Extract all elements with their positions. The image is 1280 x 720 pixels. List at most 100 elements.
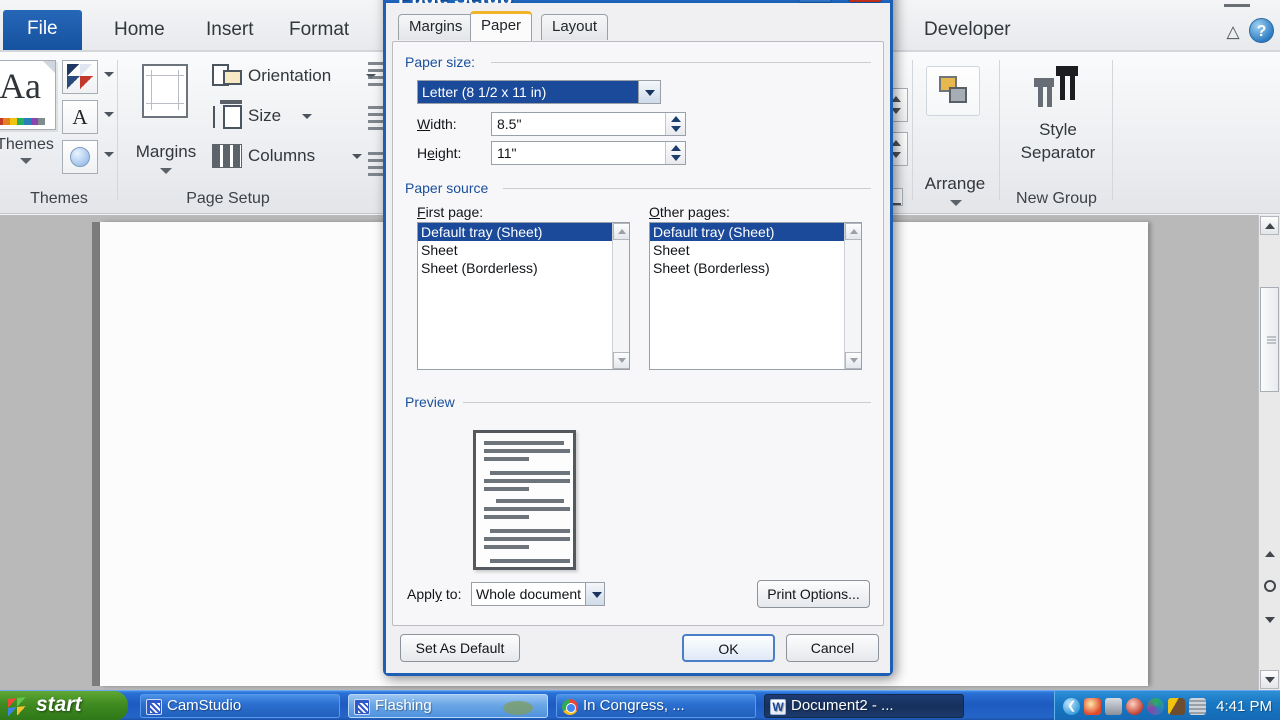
list-item[interactable]: Sheet	[418, 241, 629, 259]
scroll-down-button[interactable]	[845, 352, 861, 369]
margins-dropdown-caret-icon[interactable]	[160, 168, 172, 174]
page-setup-dialog[interactable]: Page Setup ? ✕ Margins Paper Layout Pape…	[383, 0, 893, 676]
scroll-down-button[interactable]	[613, 352, 629, 369]
list-item[interactable]: Sheet	[650, 241, 861, 259]
margins-button-label[interactable]: Margins	[130, 142, 202, 162]
other-pages-scrollbar[interactable]	[844, 223, 861, 369]
pen-icon[interactable]	[1168, 697, 1186, 715]
columns-caret-icon[interactable]	[352, 154, 362, 159]
taskbar-item-camstudio[interactable]: CamStudio	[140, 694, 340, 718]
style-separator-label[interactable]: Style Separator	[1006, 118, 1110, 164]
print-options-button[interactable]: Print Options...	[757, 580, 870, 608]
first-page-label: First page:	[417, 204, 484, 220]
taskbar-item-label: Document2 - ...	[791, 697, 894, 714]
update-icon[interactable]	[1147, 697, 1165, 715]
network-icon[interactable]	[1105, 697, 1123, 715]
list-item[interactable]: Default tray (Sheet)	[650, 223, 861, 241]
scroll-up-button[interactable]	[613, 223, 629, 240]
volume-icon[interactable]	[1084, 697, 1102, 715]
theme-effects-button[interactable]	[62, 140, 98, 174]
height-value: 11"	[497, 145, 517, 161]
next-page-button[interactable]	[1262, 611, 1277, 625]
theme-fonts-button[interactable]: A	[62, 100, 98, 134]
vertical-scrollbar[interactable]	[1258, 215, 1280, 690]
show-hidden-icons-button[interactable]: ❮	[1063, 697, 1081, 715]
tab-layout[interactable]: Layout	[541, 14, 609, 40]
cancel-button[interactable]: Cancel	[786, 634, 879, 662]
scroll-up-button[interactable]	[1260, 216, 1279, 235]
list-item[interactable]: Default tray (Sheet)	[418, 223, 629, 241]
ribbon-tab-file[interactable]: File	[3, 10, 82, 52]
themes-corner-icon	[43, 61, 55, 73]
first-page-scrollbar[interactable]	[612, 223, 629, 369]
group-rule	[503, 188, 871, 189]
size-caret-icon[interactable]	[302, 114, 312, 119]
start-button[interactable]: start	[0, 691, 128, 720]
document-left-shadow	[92, 222, 100, 686]
chevron-down-icon[interactable]	[585, 583, 604, 605]
ribbon-tab-developer[interactable]: Developer	[910, 12, 1025, 52]
taskbar-item-in-congress[interactable]: In Congress, ...	[556, 694, 756, 718]
themes-button[interactable]: Aa	[0, 60, 56, 130]
theme-effects-caret-icon[interactable]	[104, 152, 114, 157]
paper-size-combobox[interactable]: Letter (8 1/2 x 11 in)	[417, 80, 661, 104]
system-tray: ❮ 4:41 PM	[1054, 691, 1280, 720]
apply-to-label: Apply to:	[407, 586, 462, 602]
ok-button[interactable]: OK	[682, 634, 775, 662]
ribbon-group-new-group: Style Separator New Group	[1000, 52, 1113, 214]
width-field[interactable]: 8.5"	[491, 112, 686, 136]
window-minimize-button[interactable]	[1224, 4, 1250, 7]
collapse-ribbon-icon[interactable]: △	[1222, 22, 1244, 42]
margins-icon[interactable]	[142, 64, 188, 118]
apply-to-value: Whole document	[476, 586, 582, 602]
themes-aa-icon: Aa	[0, 66, 41, 106]
screen: File Home Insert Format Developer △ ? Aa	[0, 0, 1280, 720]
help-icon[interactable]: ?	[1249, 18, 1274, 43]
ribbon-group-arrange: Arrange	[880, 52, 1000, 214]
ribbon-tab-format[interactable]: Format	[275, 12, 363, 52]
previous-page-button[interactable]	[1262, 545, 1277, 559]
scrollbar-thumb[interactable]	[1260, 287, 1279, 392]
chevron-down-icon[interactable]	[638, 81, 660, 103]
themes-swatches-icon	[0, 118, 45, 125]
list-item[interactable]: Sheet (Borderless)	[650, 259, 861, 277]
clock[interactable]: 4:41 PM	[1216, 698, 1272, 715]
theme-colors-button[interactable]	[62, 60, 98, 94]
tab-margins[interactable]: Margins	[398, 14, 474, 40]
orientation-icon	[212, 62, 242, 88]
arrange-caret-icon[interactable]	[950, 200, 962, 206]
height-stepper[interactable]	[665, 142, 685, 164]
set-as-default-button[interactable]: Set As Default	[400, 634, 520, 662]
scroll-up-button[interactable]	[845, 223, 861, 240]
antivirus-icon[interactable]	[1126, 697, 1144, 715]
taskbar-item-flashing[interactable]: Flashing	[348, 694, 548, 718]
theme-colors-caret-icon[interactable]	[104, 72, 114, 77]
taskbar-item-label: CamStudio	[167, 697, 242, 714]
arrange-button[interactable]	[926, 66, 980, 116]
theme-fonts-caret-icon[interactable]	[104, 112, 114, 117]
height-field[interactable]: 11"	[491, 141, 686, 165]
tab-paper[interactable]: Paper	[470, 11, 533, 41]
paper-tab-panel: Paper size: Letter (8 1/2 x 11 in) Width…	[392, 41, 884, 626]
group-rule	[491, 62, 871, 63]
select-browse-object-button[interactable]	[1262, 577, 1277, 592]
camstudio-icon	[354, 699, 370, 715]
word-icon: W	[770, 699, 786, 715]
themes-dropdown-caret-icon[interactable]	[20, 158, 32, 164]
width-stepper[interactable]	[665, 113, 685, 135]
other-pages-listbox[interactable]: Default tray (Sheet) Sheet Sheet (Border…	[649, 222, 862, 370]
columns-icon	[212, 144, 242, 168]
style-separator-icon[interactable]	[1032, 66, 1080, 110]
monitor-icon[interactable]	[1189, 697, 1207, 715]
flash-highlight	[503, 701, 533, 715]
ribbon-tab-home[interactable]: Home	[100, 12, 179, 52]
taskbar-item-document2[interactable]: W Document2 - ...	[764, 694, 964, 718]
taskbar: start CamStudio Flashing In Congress, ..…	[0, 690, 1280, 720]
first-page-listbox[interactable]: Default tray (Sheet) Sheet Sheet (Border…	[417, 222, 630, 370]
scroll-down-button[interactable]	[1260, 670, 1279, 689]
apply-to-combobox[interactable]: Whole document	[471, 582, 605, 606]
theme-effects-icon	[70, 147, 90, 167]
page-size-icon	[212, 100, 244, 130]
ribbon-tab-insert[interactable]: Insert	[192, 12, 268, 52]
list-item[interactable]: Sheet (Borderless)	[418, 259, 629, 277]
